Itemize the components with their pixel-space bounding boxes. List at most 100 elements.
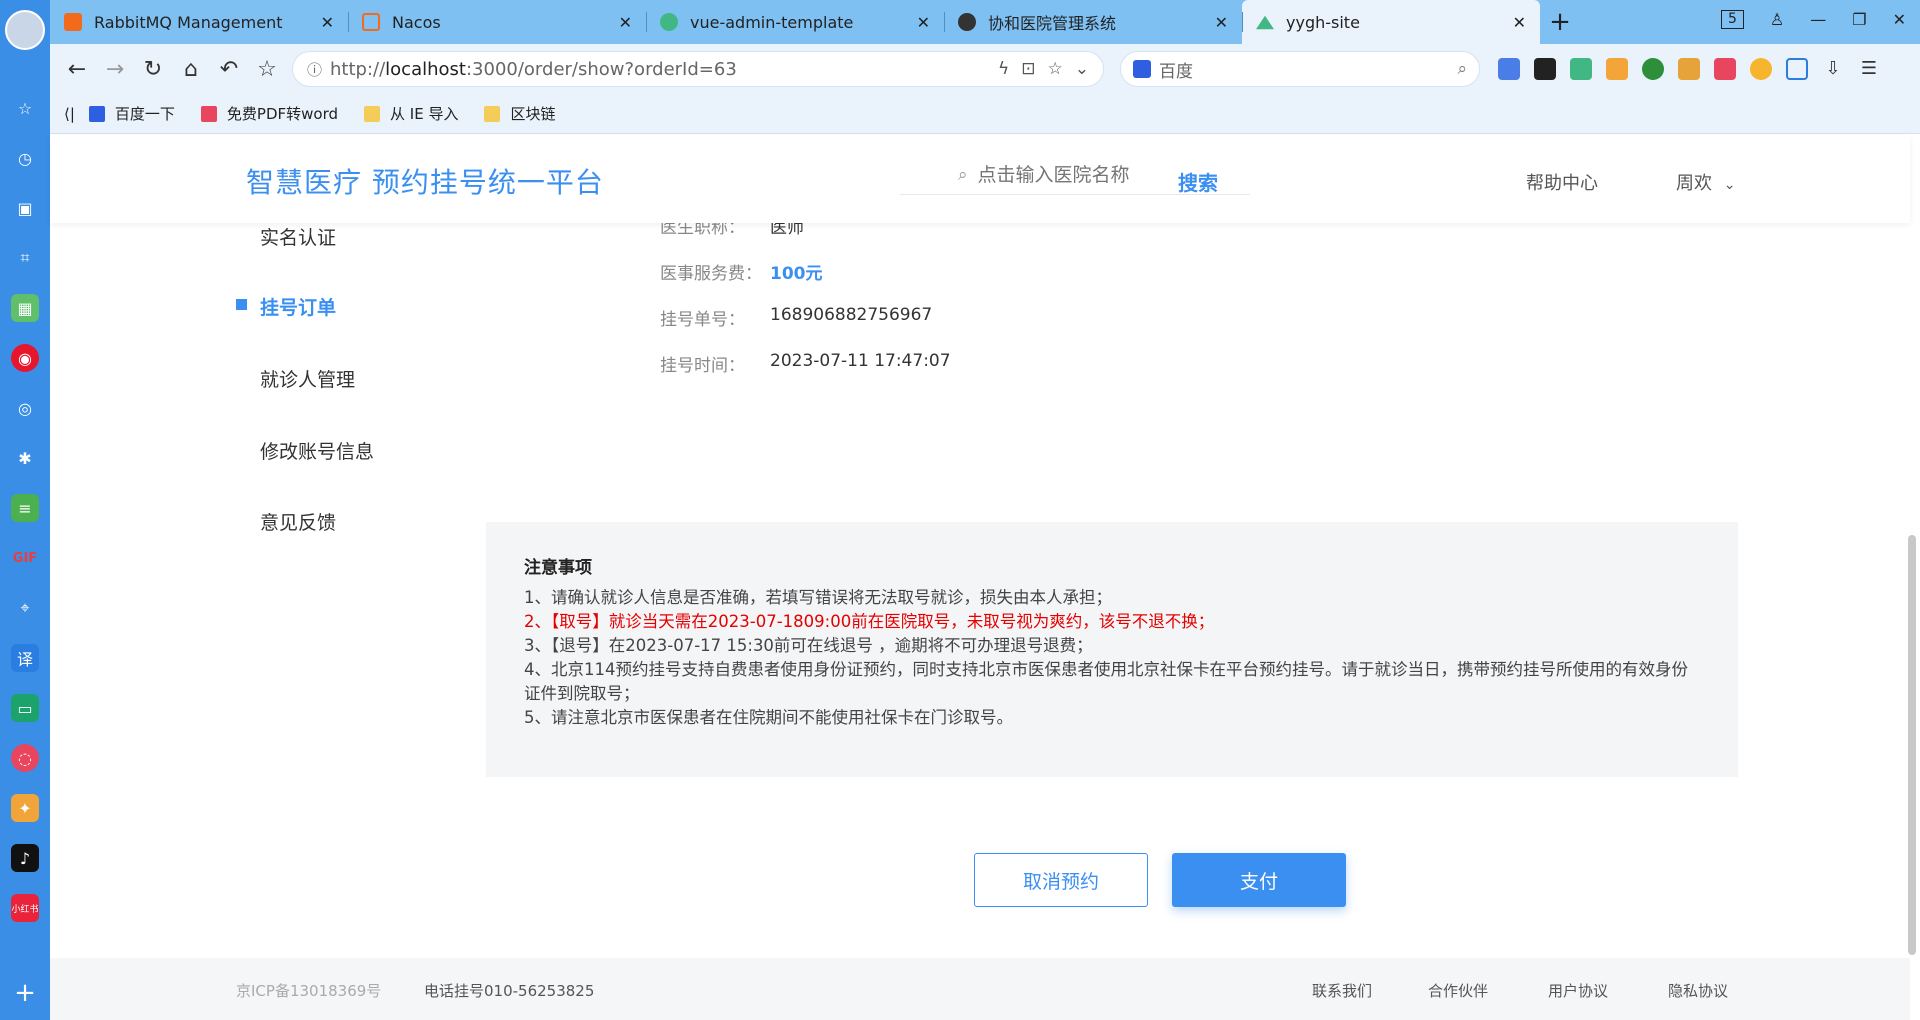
- footer-link-agreement[interactable]: 用户协议: [1548, 980, 1608, 1001]
- search-icon[interactable]: ⌕: [1457, 59, 1467, 79]
- tab-nacos[interactable]: Nacos ✕: [348, 0, 646, 44]
- forward-icon[interactable]: →: [96, 57, 134, 82]
- pay-button[interactable]: 支付: [1172, 853, 1346, 907]
- vue-devtools-icon[interactable]: [1570, 58, 1592, 80]
- add-panel-icon[interactable]: +: [14, 978, 36, 1008]
- notice-line: 5、请注意北京市医保患者在住院期间不能使用社保卡在门诊取号。: [524, 708, 1013, 727]
- menu-orders[interactable]: 挂号订单: [260, 293, 336, 320]
- restore-icon[interactable]: ❐: [1852, 10, 1866, 29]
- close-icon[interactable]: ✕: [321, 13, 334, 32]
- apps-icon[interactable]: ▦: [11, 294, 39, 322]
- new-tab-button[interactable]: +: [1540, 0, 1580, 44]
- cancel-appointment-button[interactable]: 取消预约: [974, 853, 1148, 907]
- menu-real-name[interactable]: 实名认证: [260, 223, 336, 250]
- hospital-search-input[interactable]: [977, 163, 1188, 186]
- skin-icon[interactable]: ♙: [1770, 10, 1784, 29]
- menu-feedback[interactable]: 意见反馈: [260, 508, 336, 535]
- home-icon[interactable]: ⌂: [172, 57, 210, 82]
- tab-hospital[interactable]: 协和医院管理系统 ✕: [944, 0, 1242, 44]
- menu-icon[interactable]: ☰: [1858, 58, 1880, 80]
- chat-icon[interactable]: ◌: [11, 744, 39, 772]
- tab-rabbitmq[interactable]: RabbitMQ Management ✕: [50, 0, 348, 44]
- lightning-icon[interactable]: ϟ: [998, 59, 1009, 79]
- tab-yygh-site[interactable]: yygh-site ✕: [1242, 0, 1540, 44]
- bookmark-blockchain[interactable]: 区块链: [484, 103, 556, 124]
- close-window-icon[interactable]: ✕: [1893, 10, 1906, 29]
- record-icon[interactable]: ◎: [11, 394, 39, 422]
- favorites-icon[interactable]: ☆: [11, 94, 39, 122]
- vue-icon: [1256, 15, 1274, 30]
- notice-title: 注意事项: [524, 558, 592, 578]
- user-menu[interactable]: 周欢 ⌄: [1676, 169, 1735, 195]
- collapse-icon[interactable]: ⟨|: [64, 105, 75, 123]
- tab-vue-admin[interactable]: vue-admin-template ✕: [646, 0, 944, 44]
- tab-label: vue-admin-template: [690, 12, 854, 32]
- search-button[interactable]: 搜索: [1178, 167, 1218, 196]
- paragraph-icon[interactable]: [1606, 58, 1628, 80]
- profile-avatar[interactable]: [5, 10, 45, 50]
- order-time-value: 2023-07-11 17:47:07: [770, 351, 951, 371]
- notice-line-warning: 2、【取号】就诊当天需在2023-07-1809:00前在医院取号，未取号视为爽…: [524, 612, 1215, 631]
- bookmark-baidu[interactable]: 百度一下: [88, 103, 175, 124]
- game-icon[interactable]: ✦: [11, 794, 39, 822]
- moon-icon[interactable]: [1750, 58, 1772, 80]
- help-center-link[interactable]: 帮助中心: [1526, 169, 1598, 195]
- gif-icon[interactable]: GIF: [11, 544, 39, 572]
- browser-search[interactable]: 百度 ⌕: [1120, 51, 1480, 87]
- crop-icon[interactable]: ⌗: [11, 244, 39, 272]
- undo-icon[interactable]: ↶: [210, 57, 248, 82]
- notice-line: 4、北京114预约挂号支持自费患者使用身份证预约，同时支持北京市医保患者使用北京…: [524, 660, 1688, 703]
- minimize-icon[interactable]: —: [1810, 10, 1826, 29]
- site-brand[interactable]: 智慧医疗 预约挂号统一平台: [246, 161, 604, 201]
- star-icon[interactable]: ☆: [1048, 59, 1063, 79]
- translate-ext-icon[interactable]: [1498, 58, 1520, 80]
- notes-icon[interactable]: ≡: [11, 494, 39, 522]
- folder-icon: [484, 105, 501, 122]
- user-name: 周欢: [1676, 173, 1712, 194]
- footer-link-privacy[interactable]: 隐私协议: [1668, 980, 1728, 1001]
- footer-link-contact[interactable]: 联系我们: [1312, 980, 1372, 1001]
- reload-icon[interactable]: ↻: [134, 57, 172, 82]
- footer-link-partners[interactable]: 合作伙伴: [1428, 980, 1488, 1001]
- history-icon[interactable]: ◷: [11, 144, 39, 172]
- bookmark-pdf[interactable]: 免费PDF转word: [200, 103, 338, 124]
- scrollbar[interactable]: [1908, 535, 1916, 955]
- fee-label: 医事服务费：: [660, 264, 762, 284]
- tab-count-badge[interactable]: 5: [1720, 10, 1744, 29]
- pdf-ext-icon[interactable]: [1714, 58, 1736, 80]
- translate-icon[interactable]: 译: [11, 644, 39, 672]
- bookmark-ie[interactable]: 从 IE 导入: [364, 103, 458, 124]
- bug-icon[interactable]: ✱: [11, 444, 39, 472]
- info-icon[interactable]: ⓘ: [307, 59, 322, 80]
- globe-ext-icon[interactable]: [1642, 58, 1664, 80]
- site-header: 智慧医疗 预约挂号统一平台 ⌕ 搜索 帮助中心 周欢 ⌄: [50, 135, 1910, 223]
- screen-icon[interactable]: ▭: [11, 694, 39, 722]
- menu-account[interactable]: 修改账号信息: [260, 437, 374, 464]
- rabbitmq-icon: [64, 13, 82, 31]
- close-icon[interactable]: ✕: [917, 13, 930, 32]
- bookmark-star-icon[interactable]: ☆: [248, 57, 286, 82]
- download-icon[interactable]: ⇩: [1822, 58, 1844, 80]
- url-host: localhost: [385, 58, 466, 80]
- scan-icon[interactable]: ⌖: [11, 594, 39, 622]
- pdf-icon[interactable]: ▣: [11, 194, 39, 222]
- url-path: :3000/order/show?orderId=63: [465, 58, 737, 80]
- chevron-down-icon[interactable]: ⌄: [1075, 59, 1089, 79]
- address-bar[interactable]: ⓘ http://localhost:3000/order/show?order…: [292, 51, 1104, 87]
- folder-icon: [364, 105, 381, 122]
- ext-icon[interactable]: [1534, 58, 1556, 80]
- browser-search-placeholder: 百度: [1159, 61, 1193, 82]
- close-icon[interactable]: ✕: [1513, 13, 1526, 32]
- weibo-icon[interactable]: ◉: [11, 344, 39, 372]
- close-icon[interactable]: ✕: [619, 13, 632, 32]
- tab-label: 协和医院管理系统: [988, 14, 1117, 33]
- tiktok-icon[interactable]: ♪: [11, 844, 39, 872]
- back-icon[interactable]: ←: [58, 57, 96, 82]
- close-icon[interactable]: ✕: [1215, 13, 1228, 32]
- crop-ext-icon[interactable]: [1786, 58, 1808, 80]
- windows-icon[interactable]: [1678, 58, 1700, 80]
- notice-panel: 注意事项 1、请确认就诊人信息是否准确，若填写错误将无法取号就诊，损失由本人承担…: [486, 522, 1738, 777]
- menu-patients[interactable]: 就诊人管理: [260, 365, 355, 392]
- screenshot-icon[interactable]: ⊡: [1021, 59, 1035, 79]
- xiaohongshu-icon[interactable]: 小红书: [11, 894, 39, 922]
